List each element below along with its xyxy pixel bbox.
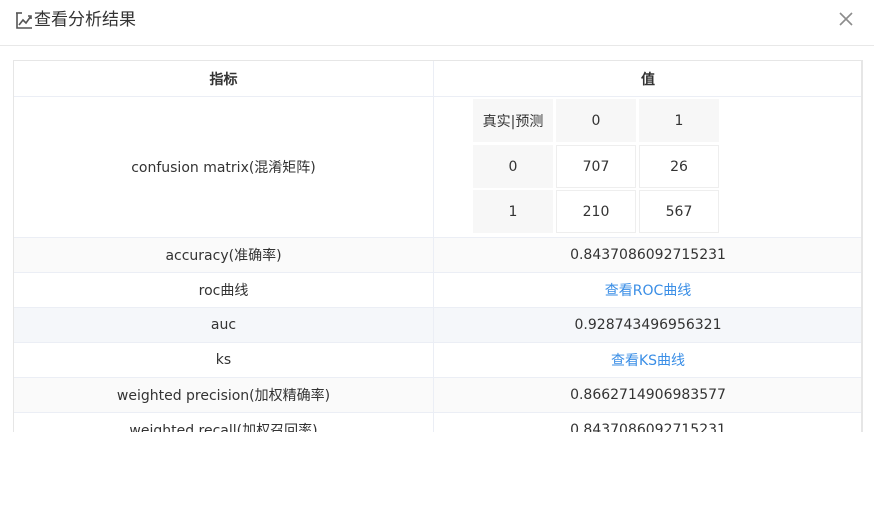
metric-value: 0.928743496956321 [574, 317, 722, 333]
metric-value: 0.8437086092715231 [570, 247, 726, 263]
confusion-matrix-cell: 567 [639, 190, 719, 233]
results-table: 指标 值 confusion matrix(混淆矩阵) 真实|预测 0 1 0 … [13, 60, 863, 432]
close-icon[interactable] [836, 9, 856, 29]
confusion-matrix-row-label-1: 1 [473, 190, 553, 233]
view-ks-curve-link[interactable]: 查看KS曲线 [611, 350, 685, 370]
table-row-weighted-precision: weighted precision(加权精确率) 0.866271490698… [14, 378, 862, 413]
metric-label: ks [14, 343, 434, 377]
analysis-result-dialog: 查看分析结果 指标 值 confusion matrix(混淆矩阵) 真实|预测… [0, 0, 874, 519]
header-metric: 指标 [14, 61, 434, 96]
confusion-matrix-row-label-0: 0 [473, 145, 553, 188]
confusion-matrix-col-1: 1 [639, 99, 719, 142]
metric-label: accuracy(准确率) [14, 238, 434, 272]
dialog-header: 查看分析结果 [0, 0, 874, 46]
confusion-matrix-cell: 707 [556, 145, 636, 188]
table-row-roc: roc曲线 查看ROC曲线 [14, 273, 862, 308]
confusion-matrix-row: confusion matrix(混淆矩阵) 真实|预测 0 1 0 707 2… [14, 97, 862, 238]
confusion-matrix-label: confusion matrix(混淆矩阵) [14, 97, 434, 237]
table-header-row: 指标 值 [14, 61, 862, 97]
metric-value: 0.8437086092715231 [570, 422, 726, 432]
analysis-chart-icon [16, 12, 32, 29]
table-row-auc: auc 0.928743496956321 [14, 308, 862, 343]
confusion-matrix-corner: 真实|预测 [473, 99, 553, 142]
metric-label: auc [14, 308, 434, 342]
table-row-accuracy: accuracy(准确率) 0.8437086092715231 [14, 238, 862, 273]
table-row-ks: ks 查看KS曲线 [14, 343, 862, 378]
table-row-weighted-recall: weighted recall(加权召回率) 0.843708609271523… [14, 413, 862, 432]
metric-label: roc曲线 [14, 273, 434, 307]
metric-label: weighted recall(加权召回率) [14, 413, 434, 432]
metric-value: 0.8662714906983577 [570, 387, 726, 403]
view-roc-curve-link[interactable]: 查看ROC曲线 [605, 280, 692, 300]
metric-label: weighted precision(加权精确率) [14, 378, 434, 412]
confusion-matrix-table: 真实|预测 0 1 0 707 26 1 210 567 [473, 99, 725, 235]
table-scrollbar[interactable] [861, 60, 863, 432]
confusion-matrix-cell: 210 [556, 190, 636, 233]
confusion-matrix-cell: 26 [639, 145, 719, 188]
confusion-matrix-col-0: 0 [556, 99, 636, 142]
header-value: 值 [641, 71, 655, 88]
dialog-title: 查看分析结果 [34, 10, 136, 30]
